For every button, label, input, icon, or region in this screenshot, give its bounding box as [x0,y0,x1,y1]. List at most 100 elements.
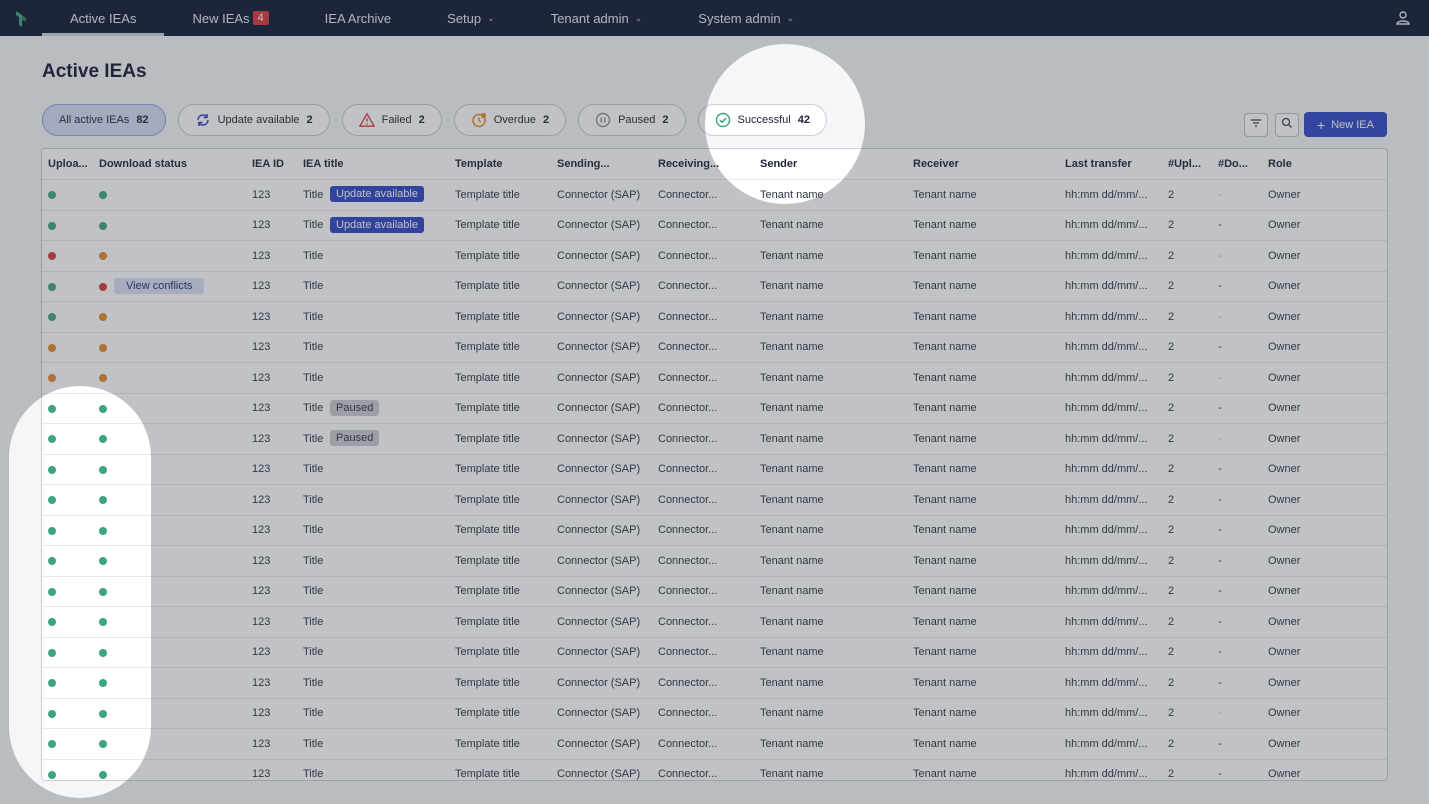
receiving-connector-cell: Connector... [658,249,718,262]
iea-title-cell: Title [303,768,324,781]
filter-update-available[interactable]: Update available 2 [177,104,330,136]
column-header-sending-col[interactable]: Sending... [557,158,652,170]
user-icon[interactable] [1395,10,1411,26]
nav-system-admin[interactable]: System admin ⌄ [670,0,822,36]
upload-count-cell: 2 [1168,737,1175,750]
receiving-connector-cell: Connector... [658,432,718,445]
column-header-role-col[interactable]: Role [1268,158,1358,170]
sender-cell: Tenant name [760,371,824,384]
receiving-connector-cell: Connector... [658,371,718,384]
table-row[interactable]: 123 Title Update available Template title Co… [42,179,1387,210]
table-row[interactable]: 123 Title Paused Template title Connector (S… [42,423,1387,454]
column-header-iea-title-col[interactable]: IEA title [303,158,413,170]
table-row[interactable]: 123 Title Template title Connector (SAP) Con… [42,362,1387,393]
table-row[interactable]: 123 Title Template title Connector (SAP) Con… [42,514,1387,546]
iea-id-cell: 123 [252,432,271,445]
template-cell: Template title [455,615,520,628]
table-row[interactable]: 123 Title Template title Connector (SAP) Con… [42,575,1387,607]
upload-count-cell: 2 [1168,585,1175,598]
table-row[interactable]: 123 Title Update available Template title Co… [42,209,1387,241]
iea-title-cell: Title [303,188,324,201]
table-row[interactable]: 123 Title Template title Connector (SAP) Con… [42,301,1387,332]
filter-failed[interactable]: Failed 2 [341,104,442,136]
column-header-uploa-col[interactable]: Uploa... [48,158,94,170]
iea-id-cell: 123 [252,249,271,262]
upload-count-cell: 2 [1168,676,1175,689]
receiving-connector-cell: Connector... [658,341,718,354]
table-row[interactable]: 123 Title Template title Connector (SAP) Con… [42,453,1387,485]
download-count-cell: - [1218,737,1222,750]
role-cell: Owner [1268,432,1301,445]
sending-connector-cell: Connector (SAP) [557,371,641,384]
table-row[interactable]: 123 Title Template title Connector (SAP) Con… [42,667,1387,698]
filter-all-active[interactable]: All active IEAs 82 [42,104,166,136]
last-transfer-cell: hh:mm dd/mm/... [1065,371,1148,384]
column-header-dl-count-col[interactable]: #Do... [1218,158,1262,170]
nav-tenant-admin[interactable]: Tenant admin ⌄ [523,0,671,36]
column-header-upl-count-col[interactable]: #Upl... [1168,158,1212,170]
column-header-sender-col[interactable]: Sender [760,158,900,170]
column-header-iea-id-col[interactable]: IEA ID [252,158,297,170]
app-logo-icon[interactable] [0,0,42,36]
iea-id-cell: 123 [252,737,271,750]
column-header-receiving-col[interactable]: Receiving... [658,158,753,170]
iea-id-cell: 123 [252,646,271,659]
new-iea-button[interactable]: + New IEA [1304,112,1387,137]
table-row[interactable]: 123 Title Paused Template title Connector (S… [42,392,1387,424]
role-cell: Owner [1268,249,1301,262]
iea-id-cell: 123 [252,371,271,384]
search-icon [1281,116,1293,134]
receiver-cell: Tenant name [913,188,977,201]
chip-label: Failed [381,114,412,126]
table-row[interactable]: 123 Title Template title Connector (SAP) Con… [42,697,1387,729]
filter-overdue[interactable]: Overdue 2 [453,104,567,136]
iea-title-cell: Title [303,219,324,232]
nav-new-ieas[interactable]: New IEAs 4 [164,0,296,36]
table-row[interactable]: 123 Title Template title Connector (SAP) Con… [42,240,1387,271]
filter-button[interactable] [1244,113,1268,137]
receiving-connector-cell: Connector... [658,463,718,476]
role-cell: Owner [1268,371,1301,384]
plus-icon: + [1317,116,1326,133]
search-button[interactable] [1275,113,1299,137]
table-row[interactable]: 123 Title Template title Connector (SAP) Con… [42,606,1387,637]
iea-title-cell: Title [303,402,324,415]
sending-connector-cell: Connector (SAP) [557,646,641,659]
role-cell: Owner [1268,737,1301,750]
column-header-template-col[interactable]: Template [455,158,550,170]
pause-icon [595,112,611,128]
last-transfer-cell: hh:mm dd/mm/... [1065,249,1148,262]
download-count-cell: - [1218,432,1222,445]
view-conflicts-button[interactable]: View conflicts [114,277,205,294]
nav-iea-archive[interactable]: IEA Archive [297,0,419,36]
table-row[interactable]: View conflicts 123 Title Template title Conn… [42,270,1387,302]
receiver-cell: Tenant name [913,219,977,232]
column-header-last-transfer-col[interactable]: Last transfer [1065,158,1163,170]
receiving-connector-cell: Connector... [658,524,718,537]
column-header-download-status-col[interactable]: Download status [99,158,209,170]
filter-successful[interactable]: Successful 42 [697,104,827,136]
download-count-cell: - [1218,219,1222,232]
nav-active-ieas[interactable]: Active IEAs [42,0,165,36]
column-header-receiver-col[interactable]: Receiver [913,158,1053,170]
download-status-dot [99,618,107,626]
nav-setup[interactable]: Setup ⌄ [419,0,523,36]
download-status-dot [99,557,107,565]
filter-paused[interactable]: Paused 2 [578,104,686,136]
sender-cell: Tenant name [760,402,824,415]
iea-id-cell: 123 [252,310,271,323]
chip-count: 42 [797,114,810,126]
table-row[interactable]: 123 Title Template title Connector (SAP) Con… [42,636,1387,668]
receiver-cell: Tenant name [913,646,977,659]
table-row[interactable]: 123 Title Template title Connector (SAP) Con… [42,545,1387,576]
table-row[interactable]: 123 Title Template title Connector (SAP) Con… [42,728,1387,759]
upload-status-dot [48,557,56,565]
download-count-cell: - [1218,463,1222,476]
table-row[interactable]: 123 Title Template title Connector (SAP) Con… [42,758,1387,781]
role-cell: Owner [1268,219,1301,232]
receiving-connector-cell: Connector... [658,707,718,720]
iea-id-cell: 123 [252,615,271,628]
table-row[interactable]: 123 Title Template title Connector (SAP) Con… [42,484,1387,515]
table-row[interactable]: 123 Title Template title Connector (SAP) Con… [42,331,1387,363]
sending-connector-cell: Connector (SAP) [557,463,641,476]
